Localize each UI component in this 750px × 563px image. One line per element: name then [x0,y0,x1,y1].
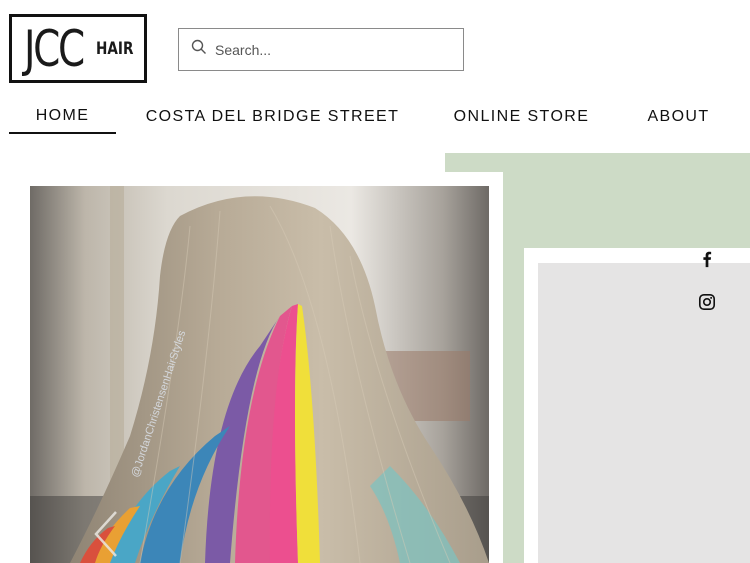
nav-item-online-store[interactable]: ONLINE STORE [446,100,597,134]
logo-main-text: JCC [24,19,85,78]
facebook-link[interactable] [697,249,717,269]
site-logo[interactable]: JCC HAIR [9,14,147,83]
content-panel [538,263,750,563]
nav-item-costa-del-bridge-street[interactable]: COSTA DEL BRIDGE STREET [140,100,405,134]
hero-image-rainbow-hair: @JordanChristensenHairStyles [30,186,489,563]
nav-item-home[interactable]: HOME [9,100,116,134]
search-icon [191,39,207,60]
logo-sub-text: HAIR [96,38,134,59]
nav-item-about[interactable]: ABOUT [638,100,719,134]
instagram-link[interactable] [697,292,717,312]
search-input[interactable] [215,41,455,58]
instagram-icon [698,293,716,311]
main-nav: HOME COSTA DEL BRIDGE STREET ONLINE STOR… [0,100,750,136]
slider-prev-button[interactable] [90,508,124,560]
chevron-left-icon [94,511,117,557]
facebook-icon [703,251,712,268]
search-box[interactable] [178,28,464,71]
